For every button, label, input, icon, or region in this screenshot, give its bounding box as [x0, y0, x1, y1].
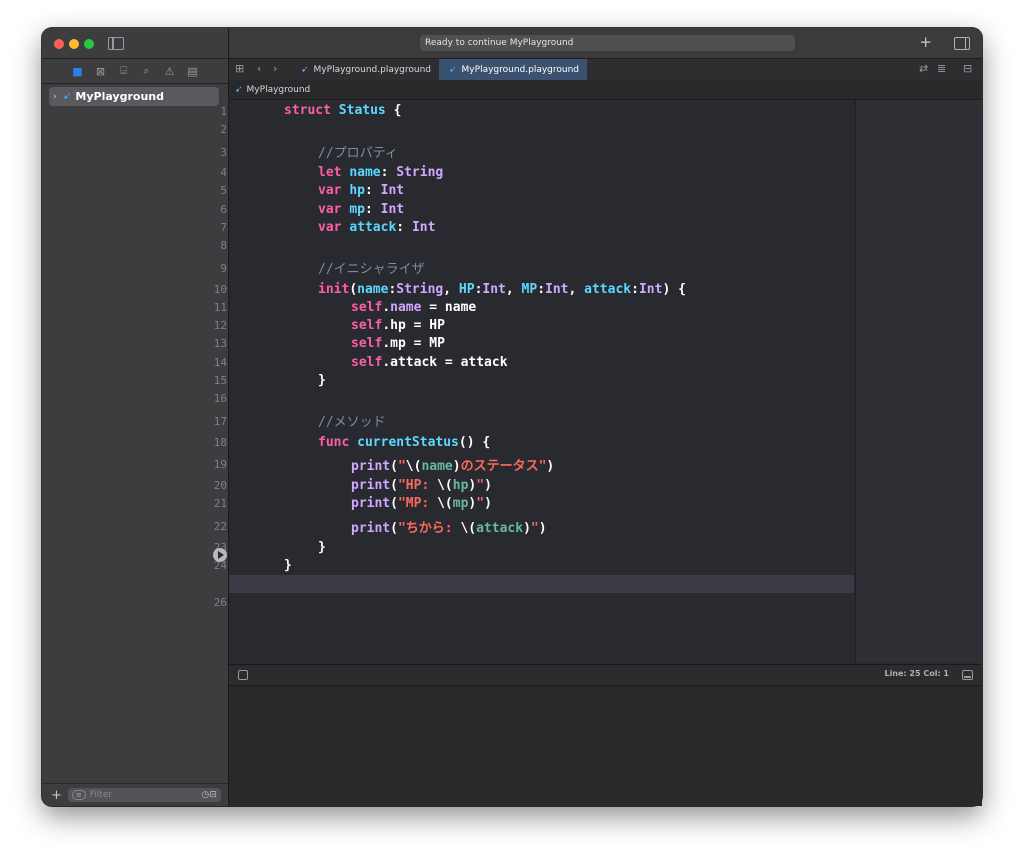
sidebar-bottom-bar: + ≡ Filter ◷⊟	[42, 783, 228, 806]
line-number: 4	[220, 166, 227, 179]
line-number: 21	[213, 497, 227, 510]
filter-field[interactable]: ≡ Filter ◷⊟	[67, 788, 221, 802]
close-window-button[interactable]	[54, 39, 64, 49]
code-line: self.attack = attack	[351, 355, 508, 370]
line-number: 3	[220, 146, 227, 159]
debug-area-toggle-icon[interactable]	[962, 670, 973, 680]
grid-icon[interactable]: ⊞	[235, 62, 244, 75]
line-number: 16	[213, 392, 227, 405]
code-line: init(name:String, HP:Int, MP:Int, attack…	[318, 282, 686, 297]
add-file-button[interactable]: +	[51, 788, 62, 803]
line-number: 20	[213, 479, 227, 492]
warning-icon[interactable]: ⚠	[164, 65, 176, 78]
current-line-highlight	[229, 575, 854, 593]
code-line: struct Status {	[284, 103, 402, 118]
jump-bar-path[interactable]: MyPlayground	[247, 85, 311, 95]
sidebar-toggle-icon[interactable]	[108, 37, 124, 50]
tab-myplayground-1[interactable]: ➹ MyPlayground.playground	[291, 59, 436, 80]
line-number: 19	[213, 458, 227, 471]
source-control-icon[interactable]: ⊠	[95, 65, 107, 78]
line-number: 11	[213, 301, 227, 314]
code-line: print("\(name)のステータス")	[351, 459, 555, 474]
line-number: 14	[213, 356, 227, 369]
results-sidebar	[855, 100, 982, 663]
code-comment: //メソッド	[318, 415, 386, 430]
line-number: 26	[213, 596, 227, 609]
swift-icon: ➹	[449, 64, 457, 75]
code-line: print("HP: \(hp)")	[351, 478, 492, 493]
minimize-window-button[interactable]	[69, 39, 79, 49]
window-toolbar: Ready to continue MyPlayground +	[229, 28, 982, 58]
code-line: }	[318, 373, 326, 388]
hide-debug-area-icon[interactable]	[238, 670, 248, 680]
code-line: print("ちから: \(attack)")	[351, 521, 547, 536]
tab-label: MyPlayground.playground	[313, 64, 432, 75]
breakpoint-icon[interactable]: ▤	[187, 65, 199, 78]
swift-icon: ➹	[301, 64, 309, 75]
back-icon[interactable]: ‹	[257, 62, 261, 75]
editor-options-icon[interactable]: ≣	[937, 62, 946, 75]
code-line: let name: String	[318, 165, 444, 180]
line-number: 6	[220, 203, 227, 216]
code-line: print("MP: \(mp)")	[351, 496, 492, 511]
code-line: self.name = name	[351, 300, 477, 315]
console-area[interactable]	[229, 686, 982, 806]
activity-status: Ready to continue MyPlayground	[420, 35, 795, 51]
line-number: 12	[213, 319, 227, 332]
code-line: var attack: Int	[318, 220, 436, 235]
forward-icon[interactable]: ›	[273, 62, 277, 75]
code-comment: //イニシャライザ	[318, 262, 425, 277]
plus-icon[interactable]: +	[919, 33, 932, 51]
inspector-toggle-icon[interactable]	[954, 37, 970, 50]
line-number: 8	[220, 239, 227, 252]
line-number: 7	[220, 221, 227, 234]
folder-icon[interactable]: ■	[72, 65, 84, 78]
line-number: 10	[213, 283, 227, 296]
chevron-right-icon[interactable]: ›	[53, 92, 61, 102]
filter-placeholder: Filter	[89, 790, 113, 800]
project-name: MyPlayground	[75, 90, 164, 103]
debug-bar: Line: 25 Col: 1	[229, 664, 982, 686]
zoom-window-button[interactable]	[84, 39, 94, 49]
line-number: 1	[220, 105, 227, 118]
code-line: }	[318, 540, 326, 555]
add-editor-icon[interactable]: ⊟	[963, 62, 972, 75]
line-col-indicator: Line: 25 Col: 1	[884, 669, 949, 678]
recent-files-icon[interactable]: ◷⊟	[202, 790, 217, 800]
line-number: 2	[220, 123, 227, 136]
line-number: 18	[213, 436, 227, 449]
code-line: var mp: Int	[318, 202, 405, 217]
filter-icon: ≡	[71, 790, 86, 800]
line-number: 17	[213, 415, 227, 428]
editor-tab-bar: ⊞ ‹ › ➹ MyPlayground.playground ➹ MyPlay…	[229, 58, 982, 81]
line-number: 5	[220, 184, 227, 197]
code-comment: //プロパティ	[318, 146, 398, 161]
jump-bar: ➹ MyPlayground	[229, 80, 982, 100]
code-line: func currentStatus() {	[318, 435, 491, 450]
line-number: 13	[213, 337, 227, 350]
swift-icon: ➹	[63, 91, 72, 102]
line-number: 15	[213, 374, 227, 387]
code-line: self.mp = MP	[351, 336, 445, 351]
refresh-icon[interactable]: ⇄	[919, 62, 928, 75]
symbol-icon[interactable]: ⌸	[118, 64, 130, 78]
navigator-tabs: ■ ⊠ ⌸ ⌕ ⚠ ▤	[42, 58, 228, 84]
line-number: 22	[213, 520, 227, 533]
swift-icon: ➹	[235, 84, 243, 95]
code-line: }	[284, 558, 292, 573]
run-to-line-button[interactable]	[213, 548, 227, 562]
tab-label: MyPlayground.playground	[461, 64, 580, 75]
code-line: var hp: Int	[318, 183, 405, 198]
tab-myplayground-2[interactable]: ➹ MyPlayground.playground	[439, 59, 587, 80]
project-item[interactable]: › ➹ MyPlayground	[49, 87, 219, 106]
code-line: self.hp = HP	[351, 318, 445, 333]
line-number: 9	[220, 262, 227, 275]
search-icon[interactable]: ⌕	[141, 64, 153, 78]
